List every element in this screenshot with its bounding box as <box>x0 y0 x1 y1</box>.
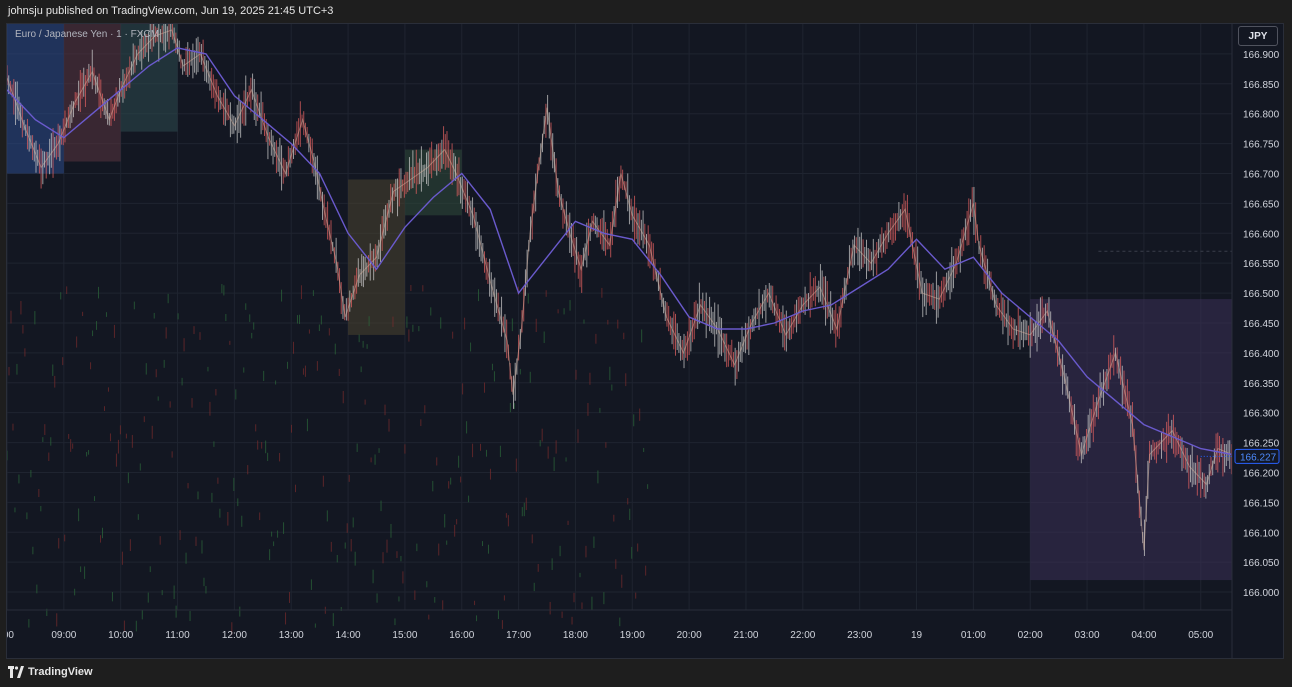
symbol-title[interactable]: Euro / Japanese Yen · 1 · FXCM <box>15 29 159 40</box>
time-tick-label: 14:00 <box>336 630 361 641</box>
time-tick-label: 12:00 <box>222 630 247 641</box>
time-tick-label: 11:00 <box>165 630 190 641</box>
price-tick-label: 166.600 <box>1243 229 1280 240</box>
time-tick-label: 19:00 <box>620 630 645 641</box>
price-chart[interactable]: 166.000 166.050 166.100 166.150 166.200 166.2… <box>7 24 1283 658</box>
tradingview-logo[interactable]: TradingView <box>8 666 93 678</box>
price-tick-label: 166.400 <box>1243 349 1280 360</box>
time-tick-label: 10:00 <box>108 630 133 641</box>
price-tick-label: 166.700 <box>1243 169 1280 180</box>
time-tick-label: 02:00 <box>1018 630 1043 641</box>
price-tick-label: 166.350 <box>1243 379 1280 390</box>
published-text: johnsju published on TradingView.com, Ju… <box>8 5 334 17</box>
price-tick-label: 166.300 <box>1243 409 1280 420</box>
time-tick-label: 05:00 <box>1188 630 1213 641</box>
footer-bar: TradingView <box>0 660 1292 687</box>
time-tick-label: 15:00 <box>392 630 417 641</box>
publish-info-bar: johnsju published on TradingView.com, Ju… <box>0 0 1292 22</box>
time-tick-label: 03:00 <box>1075 630 1100 641</box>
time-tick-label: 04:00 <box>1131 630 1156 641</box>
price-tick-label: 166.250 <box>1243 439 1280 450</box>
highlight-zone <box>1030 299 1232 581</box>
time-tick-label: 19 <box>911 630 923 641</box>
time-tick-label: 21:00 <box>733 630 758 641</box>
time-tick-label: 22:00 <box>790 630 815 641</box>
time-tick-label: 16:00 <box>449 630 474 641</box>
time-tick-label: 13:00 <box>279 630 304 641</box>
time-tick-label: 17:00 <box>506 630 531 641</box>
time-tick-label: :00 <box>7 630 14 641</box>
price-tick-label: 166.500 <box>1243 289 1280 300</box>
price-tick-label: 166.800 <box>1243 110 1280 121</box>
price-tick-label: 166.100 <box>1243 528 1280 539</box>
price-tick-label: 166.000 <box>1243 588 1280 599</box>
last-price-label: 166.227 <box>1240 452 1277 463</box>
time-tick-label: 01:00 <box>961 630 986 641</box>
price-tick-label: 166.200 <box>1243 468 1280 479</box>
price-tick-label: 166.050 <box>1243 558 1280 569</box>
tradingview-icon <box>8 666 24 678</box>
time-tick-label: 20:00 <box>677 630 702 641</box>
price-tick-label: 166.850 <box>1243 80 1280 91</box>
time-tick-label: 09:00 <box>51 630 76 641</box>
time-tick-label: 23:00 <box>847 630 872 641</box>
time-tick-label: 18:00 <box>563 630 588 641</box>
chart-pane[interactable]: 166.000 166.050 166.100 166.150 166.200 166.2… <box>6 23 1284 659</box>
highlight-zone <box>63 24 121 162</box>
price-tick-label: 166.750 <box>1243 140 1280 151</box>
price-tick-label: 166.450 <box>1243 319 1280 330</box>
currency-button[interactable]: JPY <box>1238 26 1278 46</box>
brand-label: TradingView <box>28 666 93 678</box>
price-tick-label: 166.650 <box>1243 199 1280 210</box>
price-tick-label: 166.150 <box>1243 498 1280 509</box>
price-tick-label: 166.550 <box>1243 259 1280 270</box>
price-tick-label: 166.900 <box>1243 50 1280 61</box>
